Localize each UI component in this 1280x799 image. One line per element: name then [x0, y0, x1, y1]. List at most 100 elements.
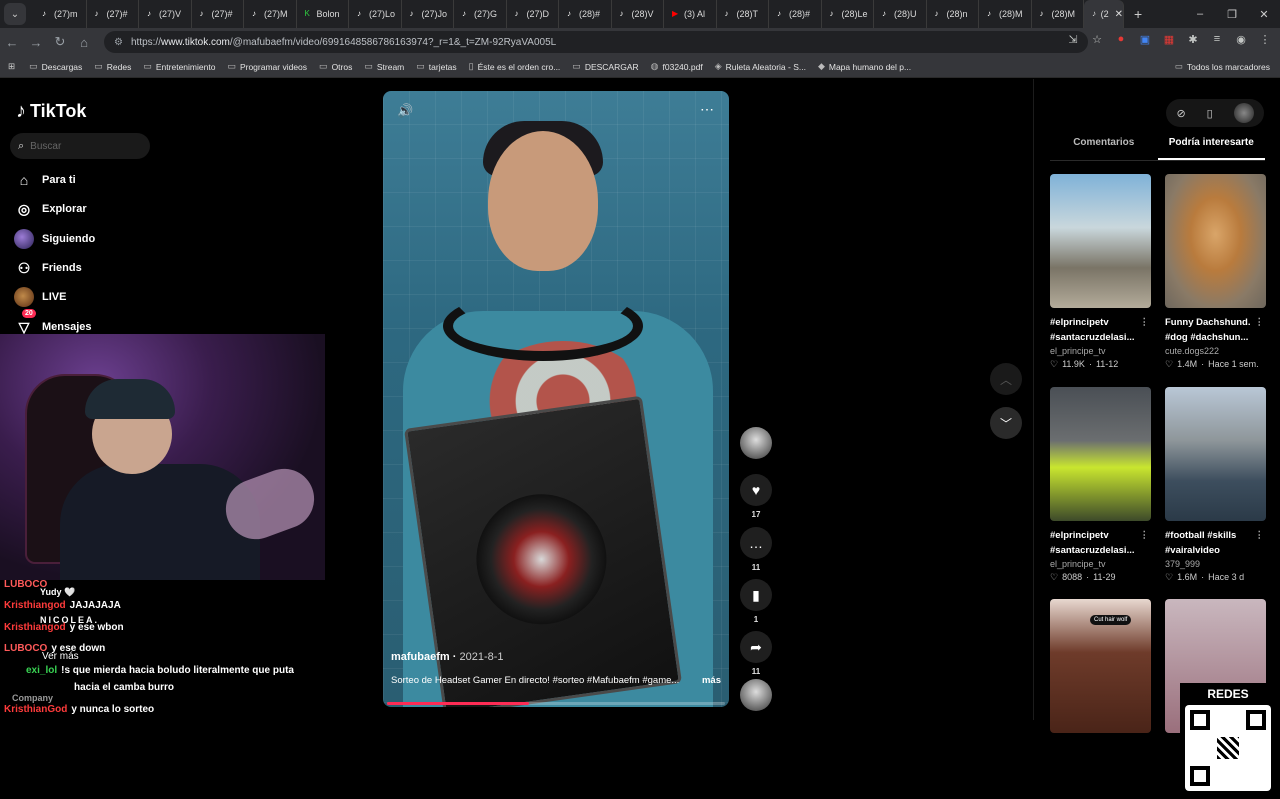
maximize-button[interactable]: ❐	[1216, 8, 1248, 21]
translate-icon[interactable]: ▣	[1138, 32, 1152, 46]
bookmark-star-icon[interactable]: ☆	[1090, 32, 1104, 46]
next-video-button[interactable]: ﹀	[990, 407, 1022, 439]
close-tab-icon[interactable]: ✕	[1115, 9, 1123, 20]
browser-tab[interactable]: ♪ (27)D	[507, 0, 559, 28]
bookmark-item[interactable]: ▭ Entretenimiento	[143, 61, 215, 72]
recommended-video-card[interactable]: ⋮ #football #skills #vairalvideo 379_999 ♡ 1.…	[1165, 387, 1266, 583]
more-button[interactable]: más	[702, 675, 721, 686]
browser-tab[interactable]: ♪ (28)#	[769, 0, 822, 28]
apps-icon[interactable]: ⊞	[8, 61, 15, 72]
bookmark-item[interactable]: ▭ Otros	[319, 61, 352, 72]
browser-tab[interactable]: ♪ (27)Jo	[402, 0, 454, 28]
card-more-icon[interactable]: ⋮	[1140, 315, 1150, 330]
browser-tab[interactable]: ♪ (28)V	[612, 0, 664, 28]
video-player[interactable]: 🔊 ⋯ mafubaefm · 2021-8-1 Sorteo de Heads…	[383, 91, 729, 707]
video-thumbnail[interactable]	[1050, 387, 1151, 521]
browser-tab[interactable]: ♪ (28)T	[717, 0, 769, 28]
video-progress-bar[interactable]	[387, 702, 725, 705]
bookmark-item[interactable]: ▭ tarjetas	[416, 61, 456, 72]
browser-tab[interactable]: ♪ (28)M	[1032, 0, 1084, 28]
nav-item-para-ti[interactable]: ⌂ Para ti	[14, 170, 76, 190]
extensions-puzzle-icon[interactable]: ✱	[1186, 32, 1200, 46]
search-input[interactable]: ⌕ Buscar	[10, 133, 150, 159]
recommended-video-card[interactable]: ⋮ #elprincipetv #santacruzdelasi... el_prin…	[1050, 174, 1151, 370]
compass-icon[interactable]: ⊘	[1176, 107, 1185, 120]
card-more-icon[interactable]: ⋮	[1255, 315, 1265, 330]
card-author[interactable]: el_principe_tv	[1050, 559, 1151, 569]
active-tab[interactable]: ♪ (2 ✕	[1084, 0, 1124, 28]
nav-item-explorar[interactable]: ◎ Explorar	[14, 199, 87, 219]
browser-tab[interactable]: ♪ (28)M	[979, 0, 1032, 28]
browser-tab[interactable]: K Bolon	[297, 0, 349, 28]
minimize-button[interactable]: –	[1184, 8, 1216, 20]
bookmark-item[interactable]: ▭ Programar videos	[227, 61, 307, 72]
video-thumbnail[interactable]	[1050, 174, 1151, 308]
recommended-video-card[interactable]: ⋮ #elprincipetv #santacruzdelasi... el_prin…	[1050, 387, 1151, 583]
tab-comentarios[interactable]: Comentarios	[1050, 137, 1158, 160]
tab-podria-interesarte[interactable]: Podría interesarte	[1157, 137, 1265, 160]
music-disc-button[interactable]	[740, 679, 772, 711]
recommended-video-card[interactable]: Cut hair wolf	[1050, 599, 1151, 733]
browser-tab[interactable]: ♪ (27)#	[87, 0, 139, 28]
footer-company[interactable]: Company	[12, 693, 53, 703]
home-button-icon[interactable]: ⌂	[72, 35, 96, 50]
browser-tab[interactable]: ♪ (28)U	[874, 0, 927, 28]
previous-video-button[interactable]: ︿	[990, 363, 1022, 395]
bookmark-item[interactable]: ▭ Redes	[94, 61, 131, 72]
share-button[interactable]: ➦ 11	[740, 631, 772, 676]
video-thumbnail[interactable]	[1165, 387, 1266, 521]
bookmark-item[interactable]: ◍ f03240.pdf	[651, 61, 703, 72]
reload-icon[interactable]: ↻	[48, 34, 72, 50]
recommended-video-card[interactable]: ⋮ Funny Dachshund. #dog #dachshun... cute.d…	[1165, 174, 1266, 370]
save-button[interactable]: ▮ 1	[740, 579, 772, 624]
nav-item-friends[interactable]: ⚇ Friends	[14, 258, 82, 278]
extension-red-icon[interactable]: ●	[1114, 32, 1128, 46]
media-icon[interactable]: ≡	[1210, 32, 1224, 46]
video-thumbnail[interactable]: Cut hair wolf	[1050, 599, 1151, 733]
forward-icon[interactable]: →	[24, 35, 48, 50]
bookmark-item[interactable]: ▭ Stream	[364, 61, 404, 72]
browser-tab[interactable]: ♪ (27)Lo	[349, 0, 402, 28]
bookmark-item[interactable]: ▭ Descargas	[29, 61, 82, 72]
browser-tab[interactable]: ♪ (27)V	[139, 0, 192, 28]
card-more-icon[interactable]: ⋮	[1255, 528, 1265, 543]
profile-icon[interactable]: ◉	[1234, 32, 1248, 46]
extension-m-icon[interactable]: ▦	[1162, 32, 1176, 46]
browser-tab[interactable]: ♪ (27)M	[244, 0, 297, 28]
tab-search-button[interactable]: ⌄	[4, 3, 26, 25]
browser-tab[interactable]: ♪ (27)m	[34, 0, 87, 28]
browser-tab[interactable]: ♪ (27)G	[454, 0, 507, 28]
card-author[interactable]: cute.dogs222	[1165, 346, 1266, 356]
install-app-icon[interactable]: ⇲	[1066, 32, 1080, 46]
new-tab-button[interactable]: +	[1134, 6, 1142, 22]
card-author[interactable]: 379_999	[1165, 559, 1266, 569]
bookmark-item[interactable]: ▯ Éste es el orden cro...	[469, 61, 561, 72]
card-author[interactable]: el_principe_tv	[1050, 346, 1151, 356]
back-icon[interactable]: ←	[0, 35, 24, 50]
site-info-icon[interactable]: ⚙	[114, 37, 123, 48]
all-bookmarks[interactable]: ▭ Todos los marcadores	[1175, 61, 1270, 72]
close-window-button[interactable]: ✕	[1248, 8, 1280, 21]
browser-tab[interactable]: ♪ (27)#	[192, 0, 244, 28]
bookmark-item[interactable]: ◆ Mapa humano del p...	[818, 61, 911, 72]
card-more-icon[interactable]: ⋮	[1140, 528, 1150, 543]
phone-icon[interactable]: ▯	[1207, 107, 1213, 120]
video-author[interactable]: mafubaefm	[391, 651, 450, 663]
like-button[interactable]: ♥ 17	[740, 474, 772, 519]
bookmark-item[interactable]: ▭ DESCARGAR	[572, 61, 638, 72]
url-input[interactable]: ⚙ https://www.tiktok.com/@mafubaefm/vide…	[104, 31, 1088, 53]
menu-icon[interactable]: ⋮	[1258, 32, 1272, 46]
bookmark-item[interactable]: ◈ Ruleta Aleatoria - S...	[715, 61, 806, 72]
more-options-icon[interactable]: ⋯	[700, 101, 715, 118]
browser-tab[interactable]: ♪ (28)#	[559, 0, 612, 28]
tiktok-logo[interactable]: ♪ TikTok	[16, 100, 86, 123]
author-avatar-button[interactable]	[740, 427, 772, 459]
nav-item-live[interactable]: LIVE	[14, 287, 66, 307]
volume-icon[interactable]: 🔊	[397, 103, 413, 119]
nav-item-siguiendo[interactable]: Siguiendo	[14, 229, 95, 249]
video-thumbnail[interactable]	[1165, 174, 1266, 308]
user-avatar[interactable]	[1233, 103, 1254, 123]
browser-tab[interactable]: ♪ (28)Le	[822, 0, 874, 28]
comment-button[interactable]: … 11	[740, 527, 772, 572]
browser-tab[interactable]: ▶ (3) Al	[664, 0, 717, 28]
